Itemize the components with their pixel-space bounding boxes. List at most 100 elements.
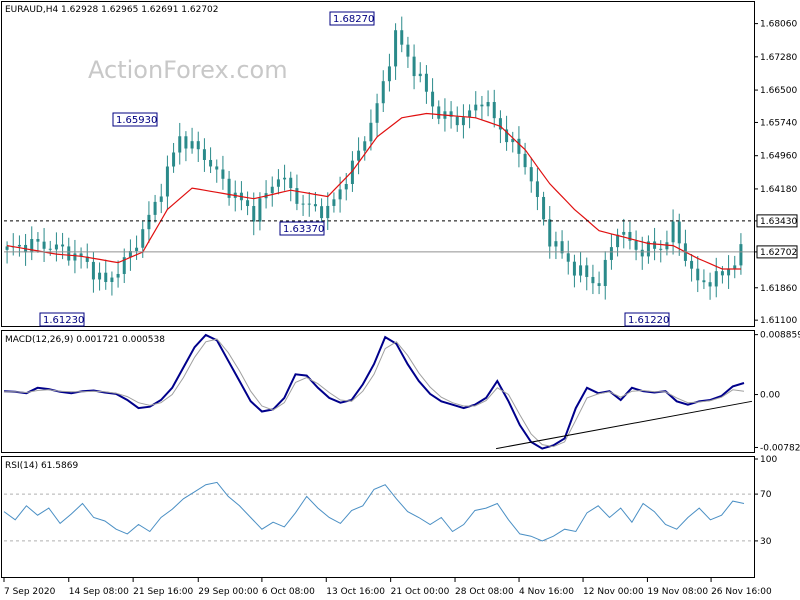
candle-body (196, 141, 200, 150)
candle-body (418, 73, 422, 77)
candle-body (739, 244, 743, 266)
rsi-line (3, 481, 745, 542)
candle-body (283, 177, 287, 180)
candle-body (406, 44, 410, 57)
candle-body (714, 271, 718, 287)
candle-body (42, 241, 46, 249)
candle-body (437, 106, 441, 119)
candle-body (73, 253, 77, 261)
candle-body (412, 56, 416, 77)
candle-body (554, 241, 558, 247)
candle-body (708, 282, 712, 287)
candle-body (172, 152, 176, 167)
candle-body (548, 219, 552, 247)
candle-body (258, 198, 262, 222)
axis-labels: 1.68060 1.67280 1.66500 1.65740 1.64960 1.641… (3, 20, 800, 597)
candle-body (394, 30, 398, 67)
candle-body (517, 138, 521, 154)
candle-body (375, 103, 379, 123)
candle-body (184, 136, 188, 149)
candle-body (696, 268, 700, 281)
candle-body (480, 104, 484, 107)
x-tick-label: 19 Nov 08:00 (647, 587, 708, 597)
candle-body (603, 259, 607, 287)
candle-body (690, 260, 694, 269)
candle-body (36, 239, 40, 242)
price-tick-label: 1.62702 (760, 248, 797, 258)
candle-body (597, 283, 601, 287)
price-tick-label: 1.67280 (760, 53, 797, 63)
candle-body (276, 179, 280, 187)
candle-body (523, 153, 527, 168)
price-panel (1, 1, 755, 327)
x-tick-label: 4 Nov 16:00 (519, 587, 574, 597)
candle-body (344, 183, 348, 190)
price-tick-label: 1.61860 (760, 284, 797, 294)
price-callout: 1.61220 (624, 312, 670, 327)
moving-average-line (6, 112, 741, 270)
candle-body (535, 181, 539, 197)
signal-line (4, 338, 745, 448)
rsi-tick-label: 30 (760, 537, 772, 547)
candle-body (622, 231, 626, 235)
candle-body (424, 73, 428, 92)
candle-body (387, 66, 391, 82)
candle-body (431, 91, 435, 107)
candle-body (609, 247, 613, 260)
candle-body (17, 244, 21, 247)
candle-body (529, 167, 533, 182)
macd-tick-label: 0.00 (760, 391, 780, 401)
candle-body (221, 169, 225, 179)
candle-body (357, 150, 361, 161)
callout-label: 1.61220 (628, 315, 669, 326)
candle-body (307, 203, 311, 205)
candle-body (579, 265, 583, 276)
candle-body (585, 265, 589, 277)
macd-panel-header: MACD(12,26,9) 0.001721 0.000538 (5, 335, 165, 345)
chart-canvas: ActionForex.com EURAUD,H4 1.62928 1.6296… (1, 1, 800, 597)
candle-body (616, 234, 620, 248)
candle-body (135, 247, 139, 252)
x-tick-label: 7 Sep 2020 (4, 587, 56, 597)
candle-body (474, 104, 478, 111)
candle-body (369, 122, 373, 142)
candle-body (98, 272, 102, 280)
macd-series (3, 333, 753, 450)
callout-label: 1.63370 (283, 224, 324, 235)
price-tick-label: 1.63430 (760, 217, 797, 227)
price-callout: 1.65930 (112, 112, 158, 127)
candle-body (116, 273, 120, 278)
candle-body (468, 110, 472, 118)
callout-label: 1.61230 (43, 315, 84, 326)
candle-body (252, 206, 256, 222)
price-callout: 1.68270 (329, 11, 375, 26)
candle-body (313, 204, 317, 207)
candle-body (48, 248, 52, 250)
candle-body (165, 166, 169, 197)
candle-body (733, 265, 737, 269)
candle-body (720, 271, 724, 276)
macd-tick-label: -0.007826 (760, 443, 800, 453)
candle-body (67, 246, 71, 261)
candle-body (572, 261, 576, 276)
rsi-series (3, 481, 754, 542)
candle-body (591, 276, 595, 284)
candle-body (5, 246, 9, 250)
candle-body (492, 102, 496, 119)
x-tick-label: 14 Sep 08:00 (69, 587, 129, 597)
candle-body (301, 203, 305, 205)
price-tick-label: 1.65740 (760, 118, 797, 128)
x-tick-label: 13 Oct 16:00 (326, 587, 385, 597)
candle-body (141, 229, 145, 248)
candle-body (338, 189, 342, 200)
candle-body (665, 242, 669, 250)
candle-body (653, 241, 657, 249)
x-tick-label: 26 Nov 16:00 (711, 587, 772, 597)
candle-body (246, 200, 250, 207)
price-tick-label: 1.61100 (760, 316, 797, 326)
candle-body (110, 277, 114, 283)
candle-body (400, 30, 404, 45)
candle-body (381, 81, 385, 104)
candle-body (178, 136, 182, 153)
candle-body (363, 141, 367, 151)
